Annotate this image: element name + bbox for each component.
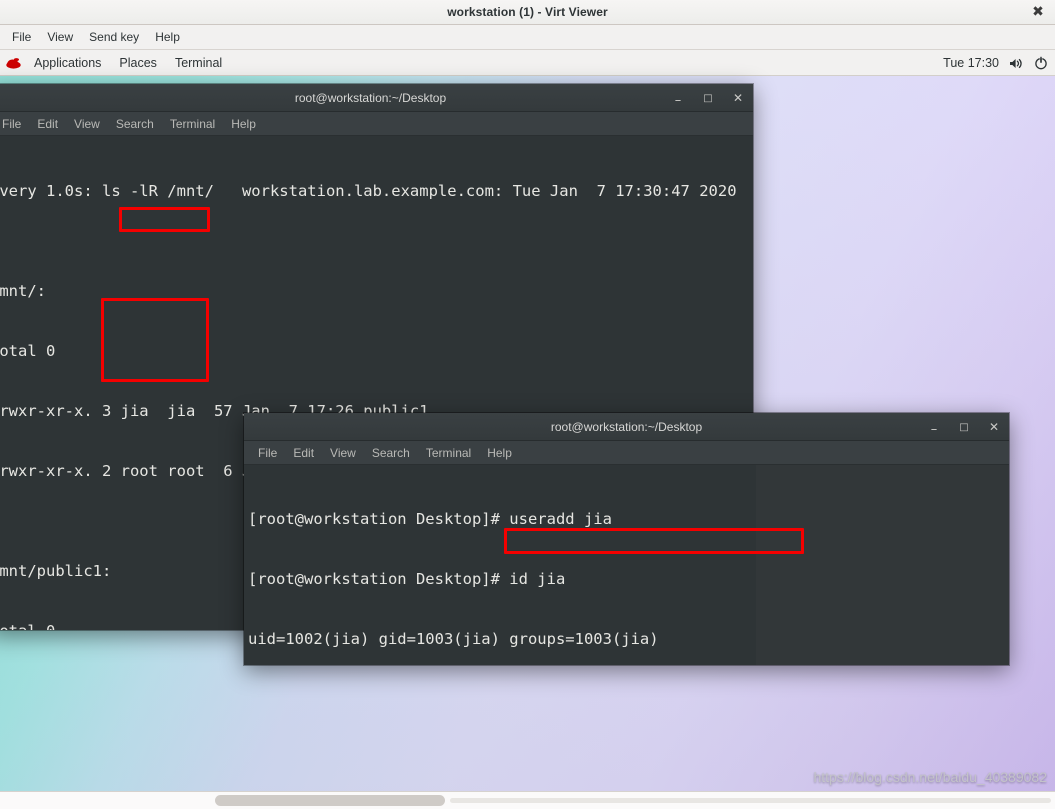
terminal-watch-window-buttons: – □ ✕	[671, 84, 745, 112]
virt-viewer-titlebar: workstation (1) - Virt Viewer ✖	[0, 0, 1055, 25]
gnome-top-bar-left: Applications Places Terminal	[0, 54, 231, 72]
terminal-menu-view[interactable]: View	[66, 116, 108, 132]
terminal-watch-title: root@workstation:~/Desktop	[294, 90, 447, 105]
power-icon[interactable]	[1033, 55, 1049, 71]
terminal-menu-help[interactable]: Help	[479, 445, 520, 461]
close-icon[interactable]: ✖	[1029, 3, 1047, 21]
terminal-menu-edit[interactable]: Edit	[29, 116, 66, 132]
maximize-icon[interactable]: □	[957, 420, 971, 434]
menu-item-view[interactable]: View	[39, 28, 81, 46]
terminal-shell-titlebar[interactable]: root@workstation:~/Desktop – □ ✕	[244, 413, 1009, 441]
virt-viewer-menubar: File View Send key Help	[0, 25, 1055, 50]
terminal-body-shading	[756, 465, 1009, 665]
menu-item-send-key[interactable]: Send key	[81, 28, 147, 46]
app-root: workstation (1) - Virt Viewer ✖ File Vie…	[0, 0, 1055, 809]
scrollbar-thumb[interactable]	[215, 795, 445, 806]
menu-item-help[interactable]: Help	[147, 28, 188, 46]
terminal-menu-search[interactable]: Search	[108, 116, 162, 132]
terminal-line: /mnt/:	[0, 282, 46, 300]
terminal-watch-titlebar[interactable]: root@workstation:~/Desktop – □ ✕	[0, 84, 753, 112]
terminal-menu-search[interactable]: Search	[364, 445, 418, 461]
close-icon[interactable]: ✕	[731, 91, 745, 105]
terminal-line: total 0	[0, 342, 56, 360]
volume-icon[interactable]	[1008, 55, 1024, 71]
redhat-logo-icon	[4, 55, 22, 71]
terminal-shell-title: root@workstation:~/Desktop	[550, 419, 703, 434]
terminal-menu-terminal[interactable]: Terminal	[162, 116, 223, 132]
virt-viewer-title: workstation (1) - Virt Viewer	[447, 5, 608, 19]
terminal-shell-menubar: File Edit View Search Terminal Help	[244, 441, 1009, 465]
terminal-menu-file[interactable]: File	[0, 116, 29, 132]
terminal-shell-output[interactable]: [root@workstation Desktop]# useradd jia …	[244, 465, 1009, 665]
minimize-icon[interactable]: –	[927, 420, 941, 436]
clock[interactable]: Tue 17:30	[943, 56, 999, 70]
terminal-menu-edit[interactable]: Edit	[285, 445, 322, 461]
maximize-icon[interactable]: □	[701, 91, 715, 105]
scrollbar-track[interactable]	[450, 798, 1051, 803]
gnome-top-bar-right: Tue 17:30	[943, 50, 1049, 76]
gnome-top-bar: Applications Places Terminal Tue 17:30	[0, 50, 1055, 76]
terminal-menu-help[interactable]: Help	[223, 116, 264, 132]
guest-desktop: Applications Places Terminal Tue 17:30 h…	[0, 50, 1055, 791]
gnome-places-menu[interactable]: Places	[110, 54, 166, 72]
minimize-icon[interactable]: –	[671, 91, 685, 107]
terminal-menu-terminal[interactable]: Terminal	[418, 445, 479, 461]
terminal-menu-file[interactable]: File	[250, 445, 285, 461]
menu-item-file[interactable]: File	[4, 28, 39, 46]
terminal-line: Every 1.0s: ls -lR /mnt/ workstation.lab…	[0, 182, 737, 200]
terminal-shell-window-buttons: – □ ✕	[927, 413, 1001, 441]
virt-viewer-scrollbar[interactable]	[0, 791, 1055, 809]
gnome-terminal-app-menu[interactable]: Terminal	[166, 54, 231, 72]
watermark-text: https://blog.csdn.net/baidu_40389082	[813, 769, 1047, 785]
terminal-watch-menubar: File Edit View Search Terminal Help	[0, 112, 753, 136]
terminal-window-shell[interactable]: root@workstation:~/Desktop – □ ✕ File Ed…	[244, 413, 1009, 665]
gnome-applications-menu[interactable]: Applications	[25, 54, 110, 72]
terminal-menu-view[interactable]: View	[322, 445, 364, 461]
close-icon[interactable]: ✕	[987, 420, 1001, 434]
